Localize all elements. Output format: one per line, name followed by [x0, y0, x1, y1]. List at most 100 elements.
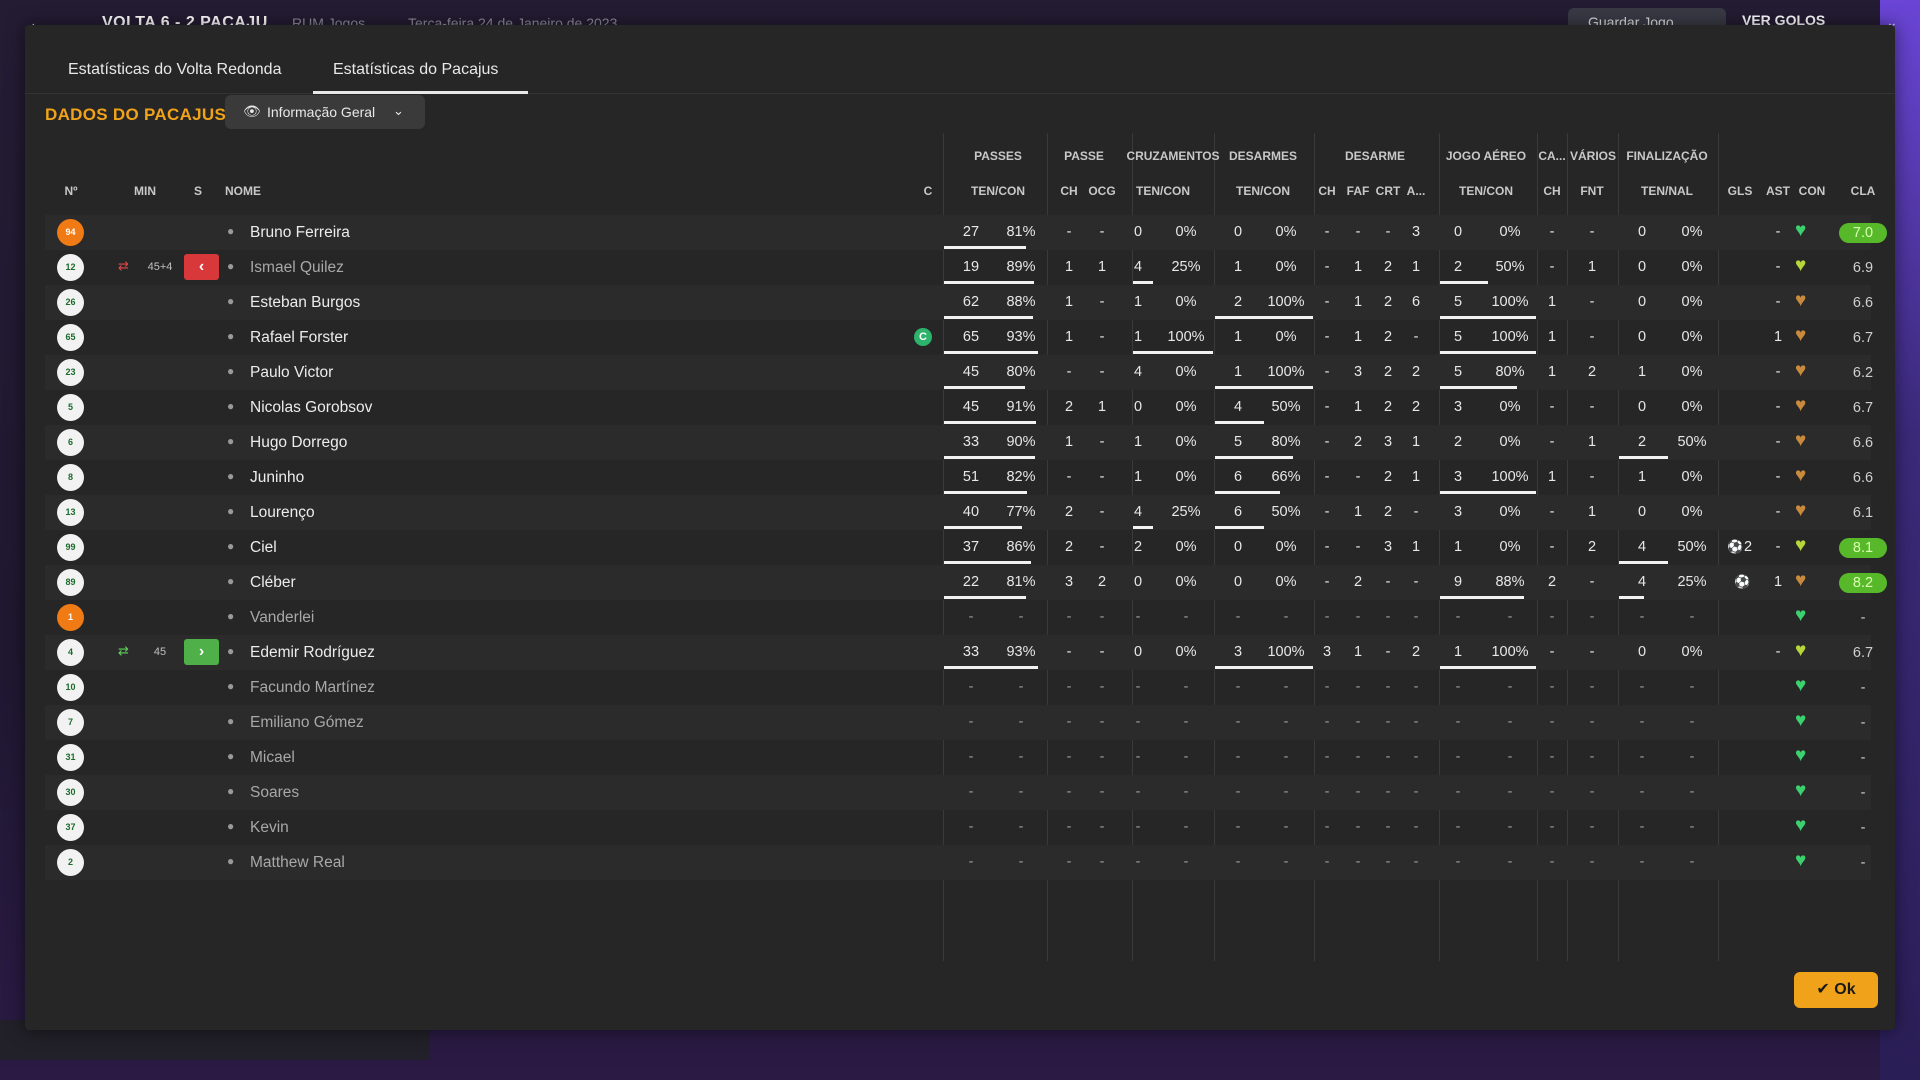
table-row[interactable]: 1 ● Vanderlei - - - - - - - - - - - - - - - - - - ♥ -: [45, 600, 1871, 635]
player-name[interactable]: Ciel: [250, 539, 277, 557]
substituted-in-button[interactable]: ›: [184, 639, 219, 665]
table-row[interactable]: 4 ⇄ 45 › ● Edemir Rodríguez 33 93% - -0 0% 3 100% 3 1-…: [45, 635, 1873, 670]
stat-bar-des: [1215, 666, 1313, 669]
player-rating: 6.7: [1852, 645, 1874, 661]
player-name[interactable]: Juninho: [250, 469, 304, 487]
table-row[interactable]: 37 ● Kevin - - - - - - - - - - - - - - - - - - ♥ -: [45, 810, 1871, 845]
column-header-name[interactable]: NOME: [225, 184, 261, 198]
column-header-fin[interactable]: TEN/NAL: [1627, 184, 1707, 198]
stat-pass-ocg: 1: [1097, 259, 1107, 275]
table-row[interactable]: 2 ● Matthew Real - - - - - - - - - - - - - - - - - - ♥ -: [45, 845, 1871, 880]
player-name[interactable]: Vanderlei: [250, 609, 314, 627]
check-icon: ✔: [1816, 981, 1830, 998]
player-name[interactable]: Facundo Martínez: [250, 679, 375, 697]
table-row[interactable]: 8 ● Juninho 51 82% - -1 0% 6 66% - -2 1 3 100% 1-1 0% - ♥ 6…: [45, 460, 1873, 495]
column-header-cruz[interactable]: TEN/CON: [1123, 184, 1203, 198]
stat-crosses-pct: 0%: [1175, 434, 1197, 450]
player-name[interactable]: Cléber: [250, 574, 296, 592]
player-name[interactable]: Soares: [250, 784, 299, 802]
stat-cach: -: [1549, 854, 1555, 870]
column-header-c[interactable]: C: [888, 184, 968, 198]
table-row[interactable]: 7 ● Emiliano Gómez - - - - - - - - - - - - - - - - - - ♥ -: [45, 705, 1871, 740]
stat-bar-aer: [1440, 386, 1517, 389]
table-row[interactable]: 30 ● Soares - - - - - - - - - - - - - - - - - - ♥ -: [45, 775, 1871, 810]
player-name[interactable]: Esteban Burgos: [250, 294, 360, 312]
stat-passes-pct: 82%: [1006, 469, 1036, 485]
stat-crosses-pct: 0%: [1175, 644, 1197, 660]
player-name[interactable]: Hugo Dorrego: [250, 434, 347, 452]
stat-misc-fnt: -: [1589, 574, 1595, 590]
view-select-label: Informação Geral: [267, 104, 376, 120]
substituted-out-button[interactable]: ‹: [184, 254, 219, 280]
stat-cards-ch: -: [1549, 434, 1555, 450]
table-row[interactable]: 65 ● Rafael Forster C 65 93% 1-1 100% 1 0% -1 2-5 10…: [45, 320, 1873, 355]
table-row[interactable]: 13 ● Lourenço 40 77% 2-4 25% 6 50% -1 2-3 0% -1 0 0% - ♥…: [45, 495, 1873, 530]
shirt-number-icon: 30: [57, 779, 84, 806]
player-name[interactable]: Rafael Forster: [250, 329, 348, 347]
condition-heart-icon: ♥: [1795, 535, 1807, 556]
stat-crosses-pct: 0%: [1175, 469, 1197, 485]
table-row[interactable]: 99 ● Ciel 37 86% 2-2 0% 0 0% - -3 1 1 0% -2 4 50% ⚽ 2- ♥ 8.1: [45, 530, 1887, 565]
stat-aer1: -: [1455, 784, 1461, 800]
stat-des2: -: [1283, 714, 1289, 730]
column-header-num[interactable]: Nº: [31, 184, 111, 198]
stat-cruz2: -: [1183, 714, 1189, 730]
stat-aerial-pct: 0%: [1499, 539, 1521, 555]
stat-bar-des: [1215, 456, 1294, 459]
tab-pacajus[interactable]: Estatísticas do Pacajus: [333, 61, 498, 93]
stat-tackle-a: 6: [1411, 294, 1421, 310]
shirt-number-icon: 94: [57, 219, 84, 246]
player-name[interactable]: Emiliano Gómez: [250, 714, 364, 732]
stat-crosses-pct: 0%: [1175, 399, 1197, 415]
stat-misc-fnt: -: [1589, 224, 1595, 240]
table-row[interactable]: 5 ● Nicolas Gorobsov 45 91% 2 1 0 0% 4 50% -1 2 2 3 0% -…: [45, 390, 1873, 425]
stat-bar-pas: [944, 281, 1034, 284]
shirt-number-icon: 31: [57, 744, 84, 771]
table-row[interactable]: 10 ● Facundo Martínez - - - - - - - - - - - - - - - - - - ♥ -: [45, 670, 1871, 705]
player-name[interactable]: Lourenço: [250, 504, 315, 522]
stat-des1: -: [1235, 679, 1241, 695]
view-select[interactable]: 👁 Informação Geral ⌄: [225, 95, 425, 129]
player-name[interactable]: Ismael Quilez: [250, 259, 344, 277]
stat-misc-fnt: -: [1589, 294, 1595, 310]
player-name[interactable]: Micael: [250, 749, 295, 767]
player-name[interactable]: Nicolas Gorobsov: [250, 399, 372, 417]
player-name[interactable]: Matthew Real: [250, 854, 345, 872]
table-row[interactable]: 6 ● Hugo Dorrego 33 90% 1-1 0% 5 80% -2 3 1 2 0% -1 2 50…: [45, 425, 1873, 460]
stat-cach: -: [1549, 749, 1555, 765]
player-name[interactable]: Paulo Victor: [250, 364, 333, 382]
column-header-passes[interactable]: TEN/CON: [958, 184, 1038, 198]
stat-crosses-pct: 100%: [1167, 329, 1205, 345]
stat-pas2: -: [1018, 749, 1024, 765]
stat-aer2: -: [1507, 749, 1513, 765]
table-row[interactable]: 89 ● Cléber 22 81% 3 2 0 0% 0 0% -2- -9 88% 2-4 25% ⚽ 1 ♥ 8…: [45, 565, 1887, 600]
tab-volta-redonda[interactable]: Estatísticas do Volta Redonda: [68, 61, 281, 93]
player-name[interactable]: Edemir Rodríguez: [250, 644, 375, 662]
stat-pass-ocg: -: [1099, 294, 1105, 310]
column-header-des_a[interactable]: A...: [1376, 184, 1456, 198]
table-row[interactable]: 23 ● Paulo Victor 45 80% - -4 0% 1 100% -3 2 2 5 80% 1 2…: [45, 355, 1873, 390]
table-row[interactable]: 26 ● Esteban Burgos 62 88% 1-1 0% 2 100% -1 2 6 5 100…: [45, 285, 1873, 320]
player-name[interactable]: Bruno Ferreira: [250, 224, 350, 242]
stat-crosses-attempted: 4: [1133, 504, 1143, 520]
player-rating: -: [1860, 750, 1866, 766]
table-row[interactable]: 94 ● Bruno Ferreira 27 81% - -0 0% 0 0% - - -3 0 0% - -0…: [45, 215, 1887, 250]
player-profile-icon: ●: [227, 679, 235, 693]
table-row[interactable]: 31 ● Micael - - - - - - - - - - - - - - - - - - ♥ -: [45, 740, 1871, 775]
stat-ocg: -: [1099, 749, 1105, 765]
stat-bar-aer: [1440, 281, 1488, 284]
player-name[interactable]: Kevin: [250, 819, 289, 837]
stat-crosses-attempted: 1: [1133, 329, 1143, 345]
stat-shots-total: 0: [1637, 259, 1647, 275]
column-header-var_fnt[interactable]: FNT: [1552, 184, 1632, 198]
stat-tackles-pct: 66%: [1271, 469, 1301, 485]
condition-heart-icon: ♥: [1795, 465, 1807, 486]
stat-aerial-pct: 100%: [1491, 469, 1529, 485]
shirt-number-icon: 65: [57, 324, 84, 351]
column-header-cla[interactable]: CLA: [1823, 184, 1903, 198]
player-rating: 6.6: [1852, 295, 1874, 311]
condition-heart-icon: ♥: [1795, 325, 1807, 346]
ok-button[interactable]: ✔ Ok: [1794, 972, 1878, 1008]
stat-pas2: -: [1018, 714, 1024, 730]
table-row[interactable]: 12 ⇄ 45+4 ‹ ● Ismael Quilez 19 89% 1 1 4 25% 1 0% -1 2 1…: [45, 250, 1873, 285]
